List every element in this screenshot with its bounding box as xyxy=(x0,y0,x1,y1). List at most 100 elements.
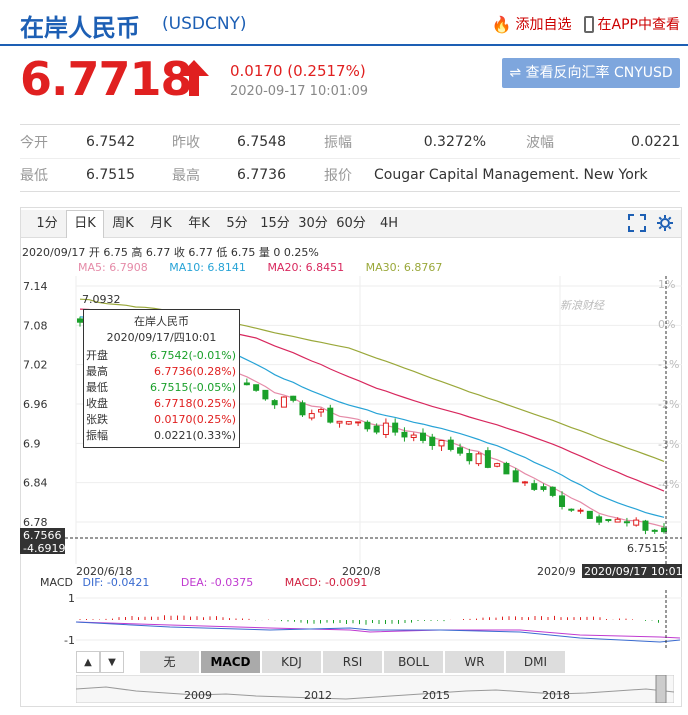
y-tick-label: 6.9 xyxy=(23,437,41,450)
candle-body xyxy=(392,422,399,433)
y-tick-label: 6.84 xyxy=(23,477,48,490)
stat-value: 6.7542 xyxy=(86,133,135,150)
stat-label: 报价 xyxy=(324,168,352,184)
candle-body xyxy=(651,529,658,532)
ma-legend: MA5: 6.7908 MA10: 6.8141 MA20: 6.8451 MA… xyxy=(78,261,460,274)
candle-body xyxy=(540,486,547,490)
tooltip-date: 2020/09/17/四10:01 xyxy=(106,331,217,344)
tab-daily[interactable]: 日K xyxy=(66,210,104,238)
add-watch-button[interactable]: 🔥 添加自选 xyxy=(492,14,572,34)
y-tick-label: 7.14 xyxy=(23,280,48,293)
candle-body xyxy=(577,509,584,512)
quote-row-1: 今开 6.7542 昨收 6.7548 振幅 0.3272% 波幅 0.0221 xyxy=(20,125,680,158)
phone-icon xyxy=(583,15,594,33)
y-tick-label: 6.78 xyxy=(23,516,48,529)
x-label-sep: 2020/9 xyxy=(537,565,576,578)
candle-body xyxy=(447,439,454,450)
tab-30min[interactable]: 30分 xyxy=(294,210,332,238)
pct-tick-label: -2% xyxy=(658,398,679,411)
candle-body xyxy=(457,447,464,454)
stat-label: 今开 xyxy=(20,134,48,151)
candle-body xyxy=(623,521,630,524)
tab-monthly[interactable]: 月K xyxy=(142,210,180,238)
year-label: 2015 xyxy=(422,689,450,702)
app-view-button[interactable]: 在APP中查看 xyxy=(583,14,680,34)
tab-5min[interactable]: 5分 xyxy=(218,210,256,238)
tab-weekly[interactable]: 周K xyxy=(104,210,142,238)
candle-body xyxy=(559,495,566,507)
indicator-boll[interactable]: BOLL xyxy=(384,651,445,673)
y-tick-label: 7.02 xyxy=(23,359,48,372)
settings-icon[interactable] xyxy=(656,214,674,232)
macd-chart[interactable]: 1 -1 xyxy=(20,590,682,650)
candle-body xyxy=(605,519,612,522)
indicator-kdj[interactable]: KDJ xyxy=(262,651,323,673)
reverse-rate-button[interactable]: ⇌ 查看反向汇率 CNYUSD xyxy=(502,58,680,88)
price-change: 0.0170 (0.2517%) xyxy=(230,62,366,80)
candle-body xyxy=(475,453,482,465)
period-tabs: 1分 日K 周K 月K 年K 5分 15分 30分 60分 4H xyxy=(28,210,408,238)
indicator-rsi[interactable]: RSI xyxy=(323,651,384,673)
pct-tick-label: -3% xyxy=(658,438,679,451)
stat-label: 波幅 xyxy=(526,134,554,151)
timeline-navigator[interactable]: 2009 2012 2015 2018 xyxy=(76,675,674,703)
candle-body xyxy=(401,431,408,438)
ohlc-summary: 2020/09/17 开 6.75 高 6.77 收 6.77 低 6.75 量… xyxy=(22,246,319,259)
current-price: 6.7718 xyxy=(20,52,193,106)
candle-body xyxy=(466,453,473,462)
candle-body xyxy=(355,421,362,424)
stat-value: 0.3272% xyxy=(423,133,486,150)
tooltip-name: 在岸人民币 xyxy=(134,315,189,328)
candle-body xyxy=(336,420,343,424)
indicator-wr[interactable]: WR xyxy=(445,651,506,673)
fullscreen-icon[interactable] xyxy=(628,214,646,232)
tooltip-row: 最高 6.7736(0.28%) xyxy=(86,365,236,378)
tooltip-row: 张跌 0.0170(0.25%) xyxy=(86,413,236,426)
cursor-price: 6.7566 xyxy=(23,529,62,542)
tab-1min[interactable]: 1分 xyxy=(28,210,66,238)
candle-body xyxy=(318,409,325,413)
candle-body xyxy=(642,520,649,531)
watermark: 新浪财经 xyxy=(560,299,605,312)
year-label: 2018 xyxy=(542,689,570,702)
header-bar: 在岸人民币 (USDCNY) 🔥 添加自选 在APP中查看 xyxy=(0,0,688,46)
low-marker-label: 6.7515 xyxy=(627,542,666,555)
scroll-down-button[interactable]: ▼ xyxy=(100,651,124,673)
macd-y-tick: -1 xyxy=(64,634,75,647)
candle-body xyxy=(373,425,380,433)
candle-body xyxy=(633,519,640,526)
macd-value: MACD: -0.0091 xyxy=(284,576,368,589)
candle-body xyxy=(614,518,621,523)
macd-legend: MACD DIF: -0.0421 DEA: -0.0375 MACD: -0.… xyxy=(40,576,368,589)
page-title: 在岸人民币 xyxy=(20,14,140,42)
indicator-dmi[interactable]: DMI xyxy=(506,651,567,673)
indicator-macd[interactable]: MACD xyxy=(201,651,262,673)
tooltip-row: 振幅 0.0221(0.33%) xyxy=(86,429,236,442)
candle-body xyxy=(345,421,352,425)
tab-15min[interactable]: 15分 xyxy=(256,210,294,238)
candle-body xyxy=(299,402,306,416)
year-label: 2009 xyxy=(184,689,212,702)
stat-label: 最低 xyxy=(20,168,48,184)
indicator-bar: ▲ ▼ 无 MACD KDJ RSI BOLL WR DMI xyxy=(76,651,567,673)
cursor-time: 2020/09/17 10:01 xyxy=(584,565,682,578)
tab-60min[interactable]: 60分 xyxy=(332,210,370,238)
tab-yearly[interactable]: 年K xyxy=(180,210,218,238)
fire-icon: 🔥 xyxy=(491,14,512,34)
candle-body xyxy=(438,439,445,447)
scroll-up-button[interactable]: ▲ xyxy=(76,651,100,673)
candle-body xyxy=(549,486,556,496)
candle-body xyxy=(419,432,426,441)
candle-body xyxy=(586,510,593,519)
candle-body xyxy=(429,436,436,447)
stat-value: 6.7548 xyxy=(237,133,286,150)
ma20-value: MA20: 6.8451 xyxy=(267,261,345,274)
timeline-handle[interactable] xyxy=(655,675,667,703)
cursor-pct: -4.6919% xyxy=(23,542,76,555)
tab-4h[interactable]: 4H xyxy=(370,210,408,238)
candle-body xyxy=(494,463,501,467)
indicator-none[interactable]: 无 xyxy=(140,651,201,673)
candle-body xyxy=(280,396,287,408)
candle-body xyxy=(327,407,334,423)
year-label: 2012 xyxy=(304,689,332,702)
